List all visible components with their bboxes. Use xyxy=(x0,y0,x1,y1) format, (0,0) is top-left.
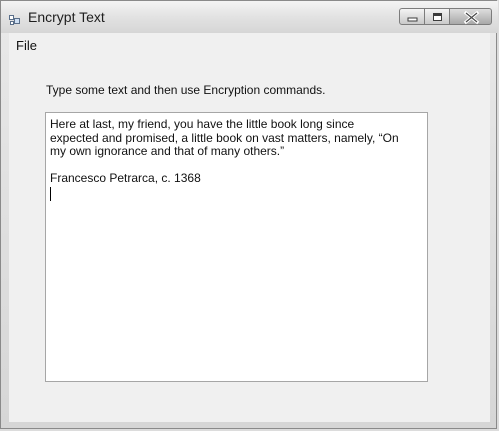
menu-bar: File xyxy=(9,33,490,57)
close-icon xyxy=(463,10,480,25)
text-line: Francesco Petrarca, c. 1368 xyxy=(50,171,201,185)
maximize-button[interactable] xyxy=(424,8,450,25)
maximize-icon xyxy=(433,13,442,21)
text-caret xyxy=(50,186,51,201)
text-line: expected and promised, a little book on … xyxy=(50,130,399,145)
window-controls xyxy=(399,8,492,25)
window-title: Encrypt Text xyxy=(28,9,105,25)
instructions-label: Type some text and then use Encryption c… xyxy=(46,83,326,97)
minimize-button[interactable] xyxy=(399,8,425,25)
client-area: File Type some text and then use Encrypt… xyxy=(9,33,490,422)
file-menu[interactable]: File xyxy=(12,36,41,55)
text-input[interactable]: Here at last, my friend, you have the li… xyxy=(45,112,428,382)
app-window-icon xyxy=(9,13,20,25)
text-line: Here at last, my friend, you have the li… xyxy=(50,117,355,131)
title-bar[interactable]: Encrypt Text xyxy=(1,1,498,33)
close-button[interactable] xyxy=(449,8,492,25)
minimize-icon xyxy=(407,17,418,22)
main-window: Encrypt Text File Type some text and the… xyxy=(0,0,498,429)
text-line: my own ignorance and that of many others… xyxy=(50,144,285,158)
